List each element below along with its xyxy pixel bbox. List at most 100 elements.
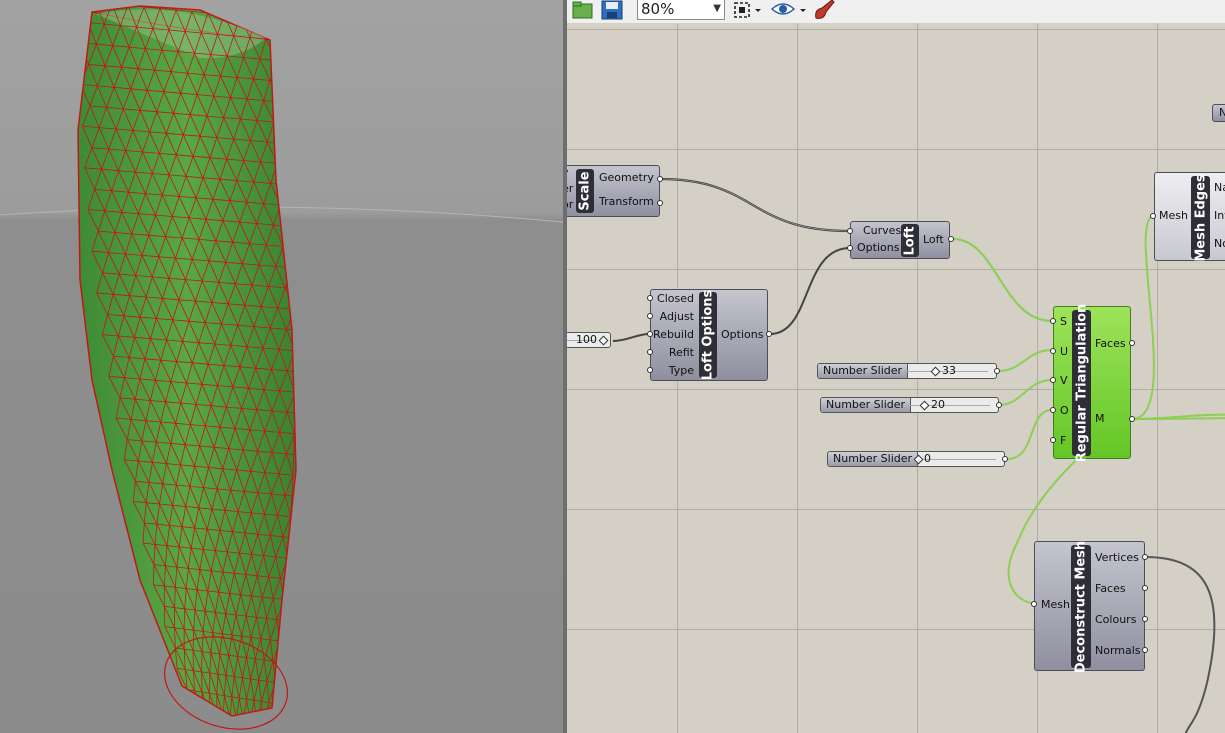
wire-loft-to-s[interactable] bbox=[952, 237, 1053, 323]
slider-value: 33 bbox=[942, 364, 956, 377]
scale-component[interactable]: y er or Scale Geometry Transform bbox=[567, 165, 660, 217]
output-grip[interactable] bbox=[948, 236, 954, 242]
loft-options-input-adjust[interactable]: Adjust bbox=[660, 310, 694, 324]
grasshopper-canvas[interactable]: y er or Scale Geometry Transform Curves … bbox=[567, 23, 1225, 733]
slider-value: 20 bbox=[931, 398, 945, 411]
rt-input-s[interactable]: S bbox=[1060, 315, 1067, 329]
input-grip[interactable] bbox=[1050, 437, 1056, 443]
output-grip[interactable] bbox=[657, 200, 663, 206]
loft-options-component[interactable]: Closed Adjust Rebuild Refit Type Loft Op… bbox=[650, 289, 768, 381]
output-grip[interactable] bbox=[1142, 554, 1148, 560]
rt-input-o[interactable]: O bbox=[1060, 404, 1069, 418]
output-grip[interactable] bbox=[1142, 616, 1148, 622]
save-icon[interactable] bbox=[601, 0, 623, 20]
regular-triangulation-component[interactable]: S U V O F Regular Triangulation Faces M bbox=[1053, 303, 1131, 463]
paint-brush-icon[interactable] bbox=[812, 0, 836, 20]
zoom-extents-icon[interactable] bbox=[733, 0, 763, 20]
loft-input-options[interactable]: Options bbox=[857, 241, 899, 255]
deconstruct-output-faces[interactable]: Faces bbox=[1095, 582, 1126, 596]
input-grip[interactable] bbox=[1050, 348, 1056, 354]
open-file-icon[interactable] bbox=[572, 0, 594, 20]
input-grip[interactable] bbox=[1150, 213, 1156, 219]
output-grip[interactable] bbox=[1142, 585, 1148, 591]
number-slider-v[interactable]: Number Slider 20 bbox=[820, 397, 999, 413]
wire-geometry-to-curves bbox=[659, 177, 851, 233]
regular-triangulation-title: Regular Triangulation bbox=[1072, 303, 1091, 463]
loft-options-input-refit[interactable]: Refit bbox=[669, 346, 694, 360]
mesh-edges-output-partial[interactable]: No bbox=[1214, 237, 1225, 251]
input-grip[interactable] bbox=[1050, 377, 1056, 383]
wire-vertices-out bbox=[1144, 556, 1216, 733]
number-slider-u[interactable]: Number Slider 33 bbox=[817, 363, 997, 379]
slider-value: 0 bbox=[924, 452, 931, 465]
wire-slider100-to-rebuild bbox=[612, 333, 650, 342]
output-grip[interactable] bbox=[996, 402, 1002, 408]
output-grip[interactable] bbox=[1142, 647, 1148, 653]
loft-options-output[interactable]: Options bbox=[721, 328, 763, 342]
wire-slider-to-u bbox=[998, 349, 1053, 372]
scale-output-geometry[interactable]: Geometry bbox=[599, 171, 654, 185]
mesh-edges-title: Mesh Edges bbox=[1191, 173, 1210, 262]
loft-component[interactable]: Curves Options Loft Loft bbox=[850, 221, 950, 259]
output-grip[interactable] bbox=[657, 176, 663, 182]
output-grip[interactable] bbox=[1002, 456, 1008, 462]
scale-title: Scale bbox=[576, 169, 594, 213]
loft-options-input-closed[interactable]: Closed bbox=[657, 292, 694, 306]
rt-input-v[interactable]: V bbox=[1060, 374, 1068, 388]
input-grip[interactable] bbox=[647, 331, 653, 337]
rt-input-f[interactable]: F bbox=[1060, 434, 1066, 448]
slider-value: 100 bbox=[576, 333, 597, 346]
rt-output-m[interactable]: M bbox=[1095, 412, 1105, 426]
output-grip[interactable] bbox=[1129, 416, 1135, 422]
output-grip[interactable] bbox=[1129, 340, 1135, 346]
input-grip[interactable] bbox=[847, 245, 853, 251]
input-grip[interactable] bbox=[1050, 407, 1056, 413]
scale-input-partial: y bbox=[567, 166, 569, 180]
slider-label: Number Slider bbox=[828, 452, 919, 466]
input-grip[interactable] bbox=[847, 228, 853, 234]
loft-input-curves[interactable]: Curves bbox=[863, 224, 901, 238]
output-grip[interactable] bbox=[994, 368, 1000, 374]
loft-options-input-rebuild[interactable]: Rebuild bbox=[653, 328, 694, 342]
wire-m-to-mesh-edges bbox=[1131, 215, 1155, 420]
deconstruct-output-vertices[interactable]: Vertices bbox=[1095, 551, 1139, 565]
input-grip[interactable] bbox=[647, 367, 653, 373]
mesh-edges-component[interactable]: Mesh Mesh Edges Na Int No bbox=[1154, 172, 1225, 261]
rt-input-u[interactable]: U bbox=[1060, 345, 1068, 359]
wire-slider-to-v bbox=[998, 379, 1053, 406]
mesh-edges-output-partial[interactable]: Int bbox=[1214, 209, 1225, 223]
rhino-viewport[interactable] bbox=[0, 0, 563, 733]
deconstruct-output-normals[interactable]: Normals bbox=[1095, 644, 1141, 658]
grasshopper-toolbar: 80% ▼ bbox=[567, 0, 1225, 24]
viewport-scene bbox=[0, 0, 563, 733]
input-grip[interactable] bbox=[647, 349, 653, 355]
chevron-down-icon: ▼ bbox=[713, 3, 721, 14]
deconstruct-input-mesh[interactable]: Mesh bbox=[1041, 598, 1070, 612]
wire-slider-to-o bbox=[1006, 409, 1053, 460]
scale-output-transform[interactable]: Transform bbox=[599, 195, 654, 209]
deconstruct-mesh-component[interactable]: Mesh Deconstruct Mesh Vertices Faces Col… bbox=[1034, 540, 1145, 673]
partial-component-label: N bbox=[1219, 106, 1225, 119]
mesh-edges-output-partial[interactable]: Na bbox=[1214, 181, 1225, 195]
mesh-edges-input-mesh[interactable]: Mesh bbox=[1159, 209, 1188, 223]
deconstruct-mesh-title: Deconstruct Mesh bbox=[1071, 540, 1091, 673]
rt-output-faces[interactable]: Faces bbox=[1095, 337, 1126, 351]
zoom-dropdown[interactable]: 80% ▼ bbox=[637, 0, 725, 20]
input-grip[interactable] bbox=[647, 313, 653, 319]
partial-component[interactable]: N bbox=[1212, 104, 1225, 122]
input-grip[interactable] bbox=[1031, 601, 1037, 607]
number-slider-o[interactable]: Number Slider 0 bbox=[827, 451, 1005, 467]
loft-options-title: Loft Options bbox=[699, 289, 717, 381]
input-grip[interactable] bbox=[1050, 318, 1056, 324]
preview-eye-icon[interactable] bbox=[771, 0, 807, 20]
deconstruct-output-colours[interactable]: Colours bbox=[1095, 613, 1136, 627]
loft-title: Loft bbox=[901, 224, 919, 257]
loft-options-input-type[interactable]: Type bbox=[669, 364, 694, 378]
scale-input-partial: or bbox=[567, 198, 574, 211]
zoom-value: 80% bbox=[641, 0, 675, 18]
rebuild-value-slider[interactable]: 100 bbox=[567, 332, 611, 348]
output-grip[interactable] bbox=[766, 331, 772, 337]
input-grip[interactable] bbox=[647, 295, 653, 301]
loft-output[interactable]: Loft bbox=[923, 233, 944, 247]
scale-input-partial: er bbox=[567, 182, 574, 195]
